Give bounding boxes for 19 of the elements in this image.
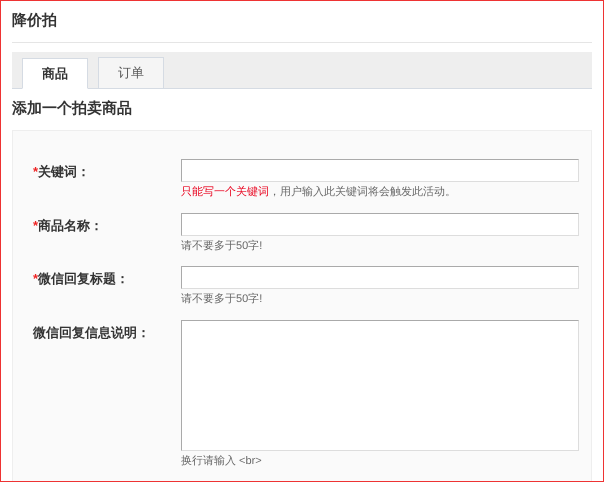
field-hint: 只能写一个关键词，用户输入此关键词将会触发此活动。 <box>181 184 457 200</box>
field-hint: 请不要多于50字! <box>181 292 264 307</box>
tab[interactable]: 订单 <box>98 57 164 88</box>
field-label: 微信回复标题： <box>38 270 130 288</box>
required-mark: * <box>33 163 38 181</box>
field-label: 关键词： <box>38 163 90 181</box>
input-field[interactable] <box>181 212 579 236</box>
field-hint: 换行请输入 <br> <box>181 454 263 468</box>
section-title: 添加一个拍卖商品 <box>12 99 132 120</box>
tab[interactable]: 商品 <box>22 58 88 89</box>
page-title: 降价拍 <box>12 11 57 32</box>
input-field[interactable] <box>181 266 579 289</box>
required-mark: * <box>33 270 38 288</box>
field-label: 微信回复信息说明： <box>33 324 150 342</box>
field-hint: 请不要多于50字! <box>181 238 264 254</box>
required-mark: * <box>33 216 38 234</box>
field-label: 商品名称： <box>38 216 104 234</box>
input-field[interactable] <box>181 159 579 182</box>
input-field[interactable] <box>181 320 579 450</box>
